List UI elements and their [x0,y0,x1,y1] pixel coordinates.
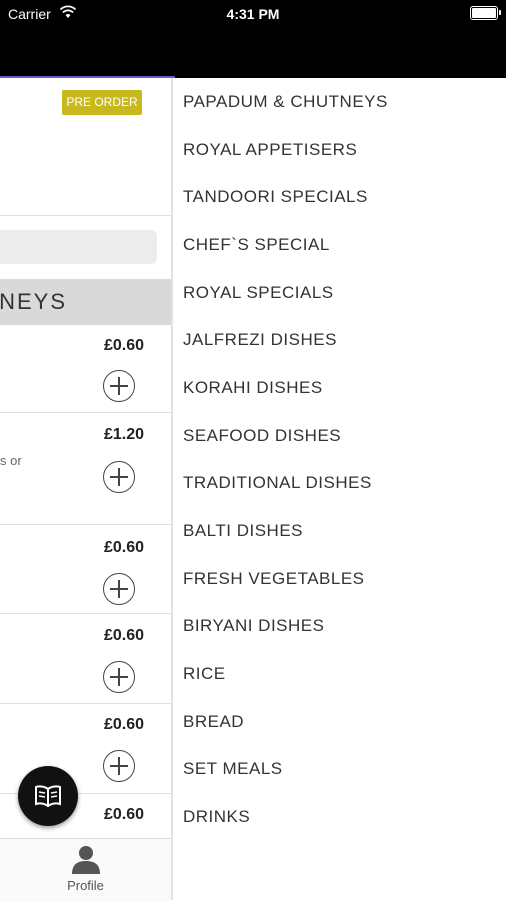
item-price: £0.60 [103,539,144,556]
drawer-item[interactable]: PAPADUM & CHUTNEYS [183,92,388,112]
item-description: s or [0,453,22,468]
add-item-button[interactable] [103,370,135,402]
item-price: £1.20 [103,426,144,443]
drawer-item[interactable]: BIRYANI DISHES [183,616,324,636]
drawer-item[interactable]: JALFREZI DISHES [183,330,337,350]
drawer-item[interactable]: BALTI DISHES [183,521,303,541]
list-item[interactable]: £0.60 [0,525,171,613]
drawer-item[interactable]: RICE [183,664,226,684]
item-price: £0.60 [103,627,144,644]
drawer-item[interactable]: TRADITIONAL DISHES [183,473,372,493]
clock: 4:31 PM [226,6,280,22]
item-price: £0.60 [103,806,144,823]
drawer-item[interactable]: ROYAL SPECIALS [183,283,334,303]
add-item-button[interactable] [103,661,135,693]
battery-icon [470,6,501,20]
list-item[interactable]: £0.60 [0,325,171,412]
divider [0,215,171,216]
pre-order-badge[interactable]: PRE ORDER [62,90,142,115]
drawer-item[interactable]: ROYAL APPETISERS [183,140,357,160]
drawer-item[interactable]: FRESH VEGETABLES [183,569,365,589]
drawer-item[interactable]: TANDOORI SPECIALS [183,187,368,207]
add-item-button[interactable] [103,750,135,782]
item-price: £0.60 [103,716,144,733]
drawer-item[interactable]: DRINKS [183,807,250,827]
profile-icon [72,846,100,874]
tab-profile[interactable]: Profile [0,839,171,901]
list-item[interactable]: £1.20 s or [0,413,171,524]
add-item-button[interactable] [103,573,135,605]
book-icon [35,785,61,807]
drawer-item[interactable]: BREAD [183,712,244,732]
tab-bar: Profile [0,838,171,901]
list-item[interactable]: £0.60 [0,614,171,703]
add-item-button[interactable] [103,461,135,493]
category-header-label: NEYS [0,289,67,314]
menu-book-button[interactable] [18,766,78,826]
category-header: NEYS [0,279,171,325]
category-drawer: PAPADUM & CHUTNEYS ROYAL APPETISERS TAND… [171,78,506,900]
drawer-item[interactable]: SET MEALS [183,759,283,779]
status-bar: Carrier 4:31 PM [0,0,506,78]
drawer-item[interactable]: CHEF`S SPECIAL [183,235,330,255]
drawer-item[interactable]: KORAHI DISHES [183,378,323,398]
search-input[interactable] [0,230,157,264]
item-price: £0.60 [103,337,144,354]
drawer-item[interactable]: SEAFOOD DISHES [183,426,341,446]
profile-label: Profile [67,878,104,893]
